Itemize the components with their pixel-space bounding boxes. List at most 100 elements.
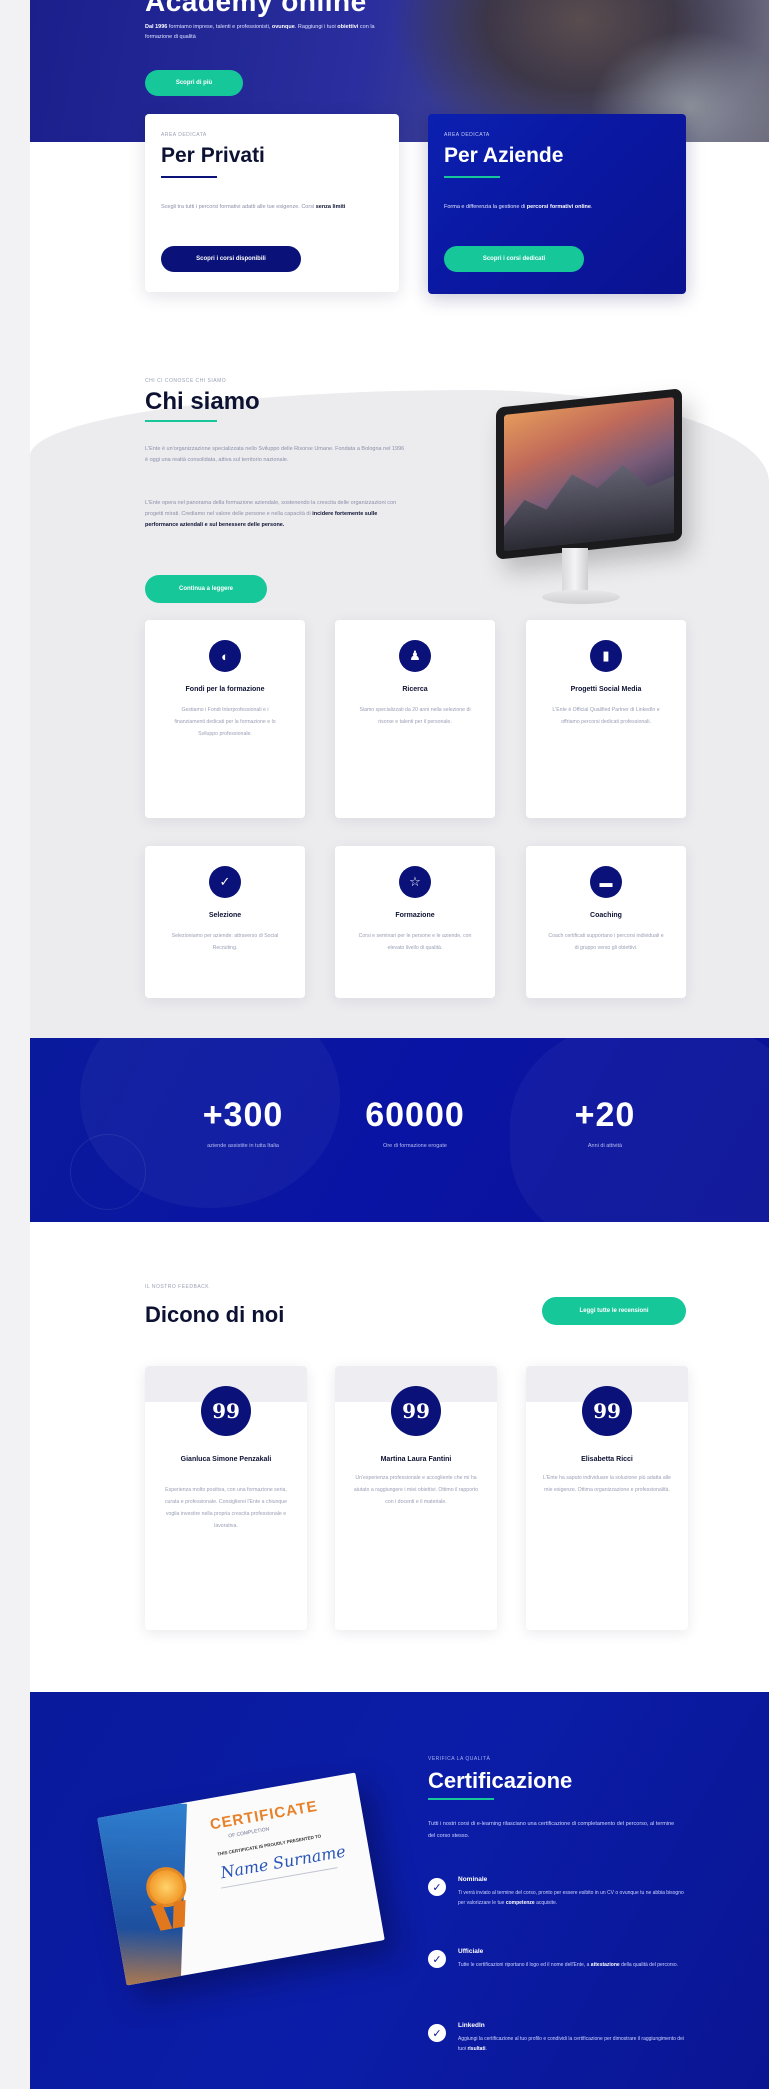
cert-item-text: Aggiungi la certificazione al tuo profil… bbox=[458, 2034, 688, 2054]
cert-item-ufficiale: ✓ Ufficiale Tutte le certificazioni ripo… bbox=[428, 1948, 688, 1998]
feature-title: Coaching bbox=[590, 912, 622, 919]
aziende-text-a: Forma e differenzia la gestione di bbox=[444, 204, 527, 210]
testimonial-text: L'Ente ha saputo individuare la soluzion… bbox=[543, 1475, 671, 1493]
reviews-button[interactable]: Leggi tutte le recensioni bbox=[542, 1297, 686, 1325]
cert-item-text-a: Tutte le certificazioni riportano il log… bbox=[458, 1962, 591, 1968]
monitor-wallpaper bbox=[504, 397, 674, 551]
continua-leggere-button[interactable]: Continua a leggere bbox=[145, 575, 267, 603]
feature-text: Selezioniamo per aziende: attraverso di … bbox=[171, 933, 279, 951]
stats-band: +300 aziende assistite in tutta Italia 6… bbox=[30, 1038, 769, 1222]
cert-item-text-bold: competenze bbox=[505, 1900, 535, 1906]
hero-subtitle-text-2: . Raggiungi i tuoi bbox=[294, 24, 338, 30]
privati-card: AREA DEDICATA Per Privati Scegli tra tut… bbox=[145, 114, 399, 292]
dicono-eyebrow: IL NOSTRO FEEDBACK bbox=[145, 1284, 210, 1290]
hero-subtitle-bold-2: obiettivi bbox=[337, 24, 359, 30]
cert-item-title: Nominale bbox=[458, 1876, 488, 1883]
certificazione-section: CERTIFICATE OF COMPLETION THIS CERTIFICA… bbox=[30, 1692, 769, 2089]
aziende-card: AREA DEDICATA Per Aziende Forma e differ… bbox=[428, 114, 686, 294]
testimonial-name: Elisabetta Ricci bbox=[581, 1456, 633, 1463]
cert-item-text-bold: attestazione bbox=[590, 1962, 620, 1968]
feature-text: Siamo specializzati da 20 anni nella sel… bbox=[359, 707, 471, 725]
cert-item-text-c: . bbox=[485, 2046, 487, 2052]
privati-text-b: Corsi bbox=[301, 204, 316, 210]
privati-underline bbox=[161, 176, 217, 178]
privati-courses-button[interactable]: Scopri i corsi disponibili bbox=[161, 246, 301, 272]
bookmark-icon: ▮ bbox=[590, 640, 622, 672]
feature-title: Ricerca bbox=[402, 686, 428, 693]
privati-text-bold: senza limiti bbox=[315, 204, 346, 210]
cert-underline bbox=[428, 1798, 494, 1800]
cert-item-linkedin: ✓ LinkedIn Aggiungi la certificazione al… bbox=[428, 2022, 688, 2072]
privati-text-a: Scegli tra tutti i percorsi formativi ad… bbox=[161, 204, 302, 210]
testimonial-name: Gianluca Simone Penzakali bbox=[180, 1456, 272, 1463]
feature-card-formazione[interactable]: ☆ Formazione Corsi e seminari per le per… bbox=[335, 846, 495, 998]
stat-number: +20 bbox=[574, 1096, 636, 1134]
chi-siamo-title: Chi siamo bbox=[145, 388, 260, 415]
testimonial-card: 99 Elisabetta Ricci L'Ente ha saputo ind… bbox=[526, 1366, 688, 1630]
stat-number: 60000 bbox=[365, 1096, 465, 1134]
aziende-eyebrow: AREA DEDICATA bbox=[444, 132, 490, 138]
cert-item-title: Ufficiale bbox=[458, 1948, 484, 1955]
feature-text: Gestiamo i Fondi Interprofessionali e i … bbox=[174, 707, 276, 737]
feature-text: Coach certificati supportano i percorsi … bbox=[548, 933, 664, 951]
cert-item-title: LinkedIn bbox=[458, 2022, 485, 2029]
feature-card-fondi[interactable]: ◐ Fondi per la formazione Gestiamo i Fon… bbox=[145, 620, 305, 818]
wallpaper-mountain bbox=[504, 451, 674, 550]
feature-title: Formazione bbox=[395, 912, 435, 919]
dicono-title: Dicono di noi bbox=[145, 1302, 285, 1327]
cert-item-text-c: acquisite. bbox=[534, 1900, 558, 1906]
cert-item-text-bold: risultati bbox=[467, 2046, 486, 2052]
chi-siamo-paragraph-1: L'Ente è un'organizzazione specializzata… bbox=[145, 446, 405, 463]
cert-item-nominale: ✓ Nominale Ti verrà inviato al termine d… bbox=[428, 1876, 688, 1932]
testimonial-card: 99 Gianluca Simone Penzakali Esperienza … bbox=[145, 1366, 307, 1630]
monitor-base bbox=[542, 590, 620, 604]
cert-item-text: Tutte le certificazioni riportano il log… bbox=[458, 1960, 688, 1970]
aziende-text-c: . bbox=[590, 204, 593, 210]
aziende-title: Per Aziende bbox=[444, 144, 564, 167]
monitor-stand bbox=[562, 548, 588, 594]
cert-paragraph: Tutti i nostri corsi di e-learning rilas… bbox=[428, 1821, 675, 1839]
aziende-courses-button[interactable]: Scopri i corsi dedicati bbox=[444, 246, 584, 272]
feature-card-ricerca[interactable]: ♟ Ricerca Siamo specializzati da 20 anni… bbox=[335, 620, 495, 818]
feature-title: Progetti Social Media bbox=[570, 686, 642, 693]
fondi-icon: ◐ bbox=[209, 640, 241, 672]
hero-subtitle-bold: ovunque bbox=[271, 24, 295, 30]
feature-card-selezione[interactable]: ✓ Selezione Selezioniamo per aziende: at… bbox=[145, 846, 305, 998]
medal-ribbon bbox=[172, 1899, 186, 1929]
cert-title: Certificazione bbox=[428, 1768, 573, 1793]
feature-card-coaching[interactable]: ▬ Coaching Coach certificati supportano … bbox=[526, 846, 686, 998]
chat-icon: ▬ bbox=[590, 866, 622, 898]
quote-icon: 99 bbox=[201, 1386, 251, 1436]
certificate-image: CERTIFICATE OF COMPLETION THIS CERTIFICA… bbox=[97, 1772, 385, 1986]
users-icon: ♟ bbox=[399, 640, 431, 672]
testimonial-text: Un'esperienza professionale e accoglient… bbox=[353, 1475, 479, 1505]
aziende-underline bbox=[444, 176, 500, 178]
cert-eyebrow: VERIFICA LA QUALITÀ bbox=[428, 1756, 491, 1762]
check-icon: ✓ bbox=[209, 866, 241, 898]
quote-icon: 99 bbox=[582, 1386, 632, 1436]
cert-item-text-a: Aggiungi la certificazione al tuo profil… bbox=[458, 2036, 684, 2052]
chi-siamo-underline bbox=[145, 420, 217, 422]
stat-aziende: +300 aziende assistite in tutta Italia bbox=[158, 1096, 328, 1149]
stat-label: Ore di formazione erogate bbox=[383, 1143, 447, 1149]
feature-text: L'Ente è Official Qualified Partner di L… bbox=[552, 707, 660, 725]
chi-siamo-paragraph-2: L'Ente opera nel panorama della formazio… bbox=[145, 498, 407, 531]
monitor-screen bbox=[496, 388, 682, 560]
star-icon: ☆ bbox=[399, 866, 431, 898]
stat-label: aziende assistite in tutta Italia bbox=[207, 1143, 279, 1149]
feature-title: Fondi per la formazione bbox=[185, 686, 265, 693]
monitor-illustration bbox=[466, 388, 690, 628]
cert-item-text: Ti verrà inviato al termine del corso, p… bbox=[458, 1888, 688, 1908]
feature-text: Corsi e seminari per le persone e le azi… bbox=[358, 933, 472, 951]
feature-title: Selezione bbox=[208, 912, 242, 919]
stat-number: +300 bbox=[202, 1096, 284, 1134]
hero-cta-button[interactable]: Scopri di più bbox=[145, 70, 243, 96]
stat-ore: 60000 Ore di formazione erogate bbox=[330, 1096, 500, 1149]
landing-page: Academy online Dal 1996 formiamo imprese… bbox=[30, 0, 769, 2089]
cert-item-text-c: della qualità del percorso. bbox=[619, 1962, 679, 1968]
privati-eyebrow: AREA DEDICATA bbox=[161, 132, 207, 138]
hero-subtitle-text: formiamo imprese, talenti e professionis… bbox=[167, 24, 272, 30]
feature-card-social[interactable]: ▮ Progetti Social Media L'Ente è Officia… bbox=[526, 620, 686, 818]
aziende-text: Forma e differenzia la gestione di perco… bbox=[444, 202, 669, 212]
chi-siamo-p2-a: L'Ente opera nel panorama della formazio… bbox=[145, 500, 282, 506]
